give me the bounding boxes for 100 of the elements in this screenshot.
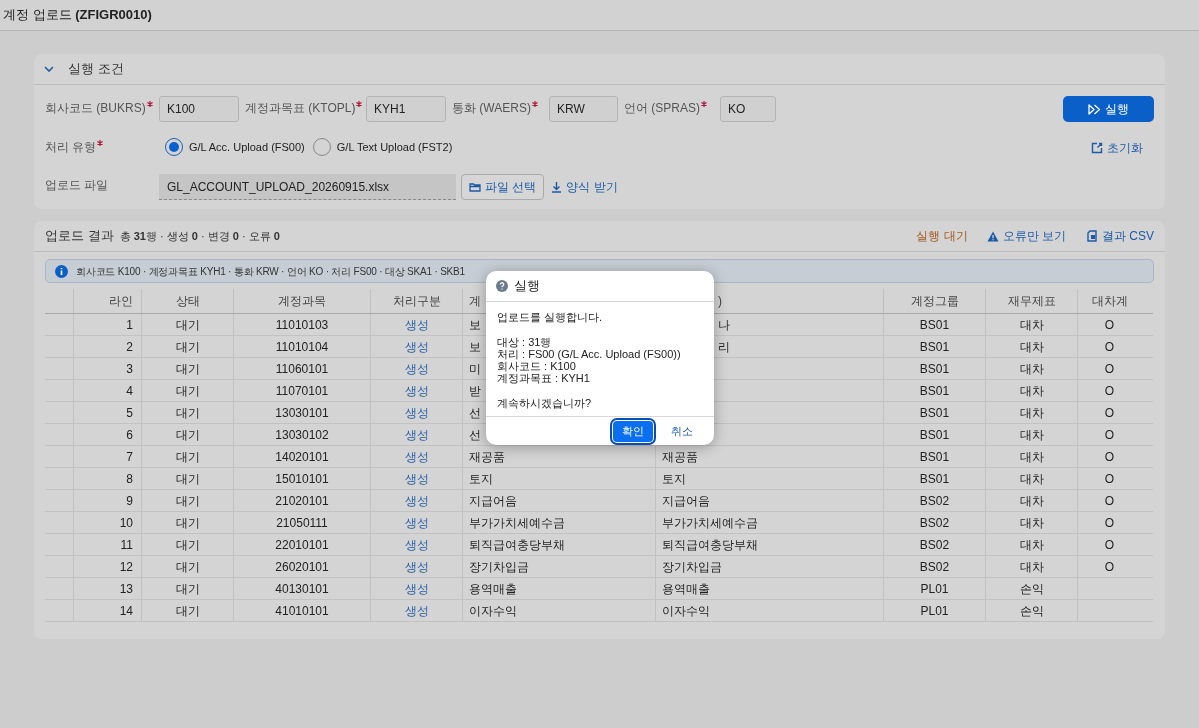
table-cell-text: 용역매출 — [469, 580, 517, 598]
section-title: 업로드 결과 — [45, 227, 114, 246]
table-cell-text: 12 — [119, 558, 133, 576]
table-cell-text: BS01 — [919, 448, 950, 466]
run-button[interactable]: 실행 — [1063, 96, 1154, 122]
process-link[interactable]: 생성 — [404, 513, 429, 532]
process-link[interactable]: 생성 — [404, 315, 429, 334]
dialog-text: 업로드를 실행합니다. — [497, 311, 604, 323]
table-cell-text: 나 — [717, 316, 730, 334]
errors-only-link[interactable]: 오류만 보기 — [986, 227, 1066, 245]
process-link[interactable]: 생성 — [404, 579, 429, 598]
table-cell-text: 대차 — [1019, 514, 1044, 532]
double-chevron-icon — [1088, 103, 1101, 115]
column-header: ) — [717, 293, 722, 310]
process-link[interactable]: 생성 — [404, 601, 429, 620]
table-cell-text: 이자수익 — [662, 602, 710, 620]
process-link[interactable]: 생성 — [404, 381, 429, 400]
table-cell-text: O — [1104, 558, 1115, 576]
table-cell-text: 보 — [469, 316, 481, 334]
table-cell-text: 5 — [126, 404, 133, 422]
table-cell-text: O — [1104, 426, 1115, 444]
input-field[interactable]: KRW — [549, 96, 618, 122]
radio-option[interactable]: G/L Acc. Upload (FS00) — [165, 138, 305, 156]
table-cell-text: 지급어음 — [469, 492, 517, 510]
table-cell-text: 21020101 — [275, 492, 329, 510]
help-icon — [496, 280, 508, 292]
table-cell-text: BS02 — [919, 558, 950, 576]
table-cell-text: 7 — [126, 448, 133, 466]
input-field[interactable]: KYH1 — [366, 96, 446, 122]
dialog-text: 대상 : 31행 — [497, 336, 553, 348]
table-cell-text: 대기 — [175, 470, 200, 488]
table-cell-text: 3 — [126, 360, 133, 378]
table-cell-text: 1 — [126, 316, 133, 334]
process-link[interactable]: 생성 — [404, 403, 429, 422]
field-label: 업로드 파일 — [45, 177, 110, 194]
file-field[interactable]: GL_ACCOUNT_UPLOAD_20260915.xlsx — [159, 174, 456, 200]
table-cell-text: BS01 — [919, 404, 950, 422]
process-link[interactable]: 생성 — [404, 557, 429, 576]
process-link[interactable]: 생성 — [404, 447, 429, 466]
cancel-button[interactable]: 취소 — [671, 422, 693, 440]
process-link[interactable]: 생성 — [404, 535, 429, 554]
table-cell-text: 대기 — [175, 316, 200, 334]
table-cell-text: 대기 — [175, 360, 200, 378]
table-cell-text: 대기 — [175, 492, 200, 510]
collapse-toggle[interactable] — [44, 64, 54, 74]
table-cell-text: O — [1104, 404, 1115, 422]
table-cell-text: 지급어음 — [662, 492, 710, 510]
table-cell-text: 4 — [126, 382, 133, 400]
table-cell-text: BS01 — [919, 426, 950, 444]
table-cell-text: 대기 — [175, 514, 200, 532]
radio-option[interactable]: G/L Text Upload (FST2) — [312, 138, 453, 156]
warning-icon — [986, 230, 999, 242]
info-text: 회사코드 K100 · 계정과목표 KYH1 · 통화 KRW · 언어 KO · 처리 FS00 · 대상 SKA1 · SKB1 — [76, 264, 465, 279]
table-cell-text: 미 — [469, 360, 481, 378]
template-download-link[interactable]: 양식 받기 — [551, 178, 618, 196]
table-cell-text: 대차 — [1019, 360, 1044, 378]
table-cell-text: 13030101 — [275, 404, 329, 422]
input-field[interactable]: KO — [720, 96, 776, 122]
process-link[interactable]: 생성 — [404, 359, 429, 378]
table-cell-text: 재공품 — [469, 448, 505, 466]
table-cell-text: PL01 — [920, 580, 949, 598]
input-field[interactable]: K100 — [159, 96, 239, 122]
table-cell-text: PL01 — [920, 602, 949, 620]
table-cell-text: 토지 — [469, 470, 493, 488]
csv-link[interactable]: 결과 CSV — [1086, 227, 1154, 245]
process-link[interactable]: 생성 — [404, 469, 429, 488]
confirm-button[interactable]: 확인 — [613, 420, 653, 442]
table-cell-text: 14020101 — [275, 448, 329, 466]
table-cell-text: 선 — [469, 426, 481, 444]
table-cell-text: 22010101 — [275, 536, 329, 554]
table-cell-text: 대차 — [1019, 470, 1044, 488]
field-label: 계정과목표 (KTOPL) — [245, 96, 366, 117]
info-icon — [55, 264, 68, 278]
dialog-text: 계속하시겠습니까? — [497, 397, 593, 409]
section-title: 실행 조건 — [68, 60, 124, 79]
table-cell-text: 14 — [119, 602, 133, 620]
table-cell-text: 8 — [126, 470, 133, 488]
process-link[interactable]: 생성 — [404, 491, 429, 510]
table-cell-text: 26020101 — [275, 558, 329, 576]
process-link[interactable]: 생성 — [404, 425, 429, 444]
table-cell-text: O — [1104, 536, 1115, 554]
table-cell-text: 퇴직급여충당부채 — [662, 536, 758, 554]
process-link[interactable]: 생성 — [404, 337, 429, 356]
reset-link[interactable]: 초기화 — [1091, 139, 1143, 157]
table-cell-text: 대기 — [175, 558, 200, 576]
table-cell-text: 받 — [469, 382, 481, 400]
table-cell-text: O — [1104, 382, 1115, 400]
table-cell-text: 대기 — [175, 426, 200, 444]
table-cell-text: 대차 — [1019, 536, 1044, 554]
table-cell-text: BS01 — [919, 316, 950, 334]
table-cell-text: BS02 — [919, 536, 950, 554]
file-select-button[interactable]: 파일 선택 — [461, 174, 545, 200]
table-cell-text: 대차 — [1019, 404, 1044, 422]
table-cell-text: 9 — [126, 492, 133, 510]
table-cell-text: 11060101 — [275, 360, 329, 378]
column-header: 처리구분 — [392, 293, 441, 310]
table-cell-text: O — [1104, 316, 1115, 334]
column-header: 상태 — [175, 293, 200, 310]
export-icon — [1086, 230, 1098, 242]
table-cell-text: 15010101 — [275, 470, 329, 488]
